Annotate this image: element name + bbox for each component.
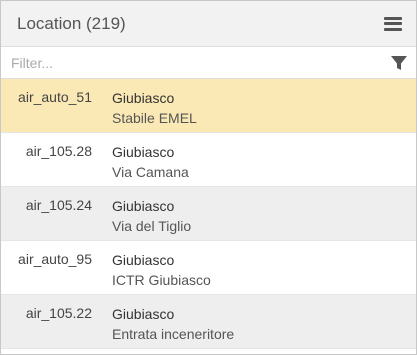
filter-input[interactable] bbox=[11, 54, 390, 71]
filter-bar bbox=[1, 47, 416, 79]
location-id: air_auto_51 bbox=[18, 89, 92, 105]
hamburger-menu-icon[interactable] bbox=[384, 16, 402, 32]
list-item[interactable]: air_105.28 Giubiasco Via Camana bbox=[1, 133, 416, 187]
location-city: Giubiasco bbox=[112, 90, 175, 106]
location-panel: Location (219) air_auto_51 Giubiasco Sta… bbox=[0, 0, 417, 355]
location-city: Giubiasco bbox=[112, 198, 175, 214]
location-list: air_auto_51 Giubiasco Stabile EMEL air_1… bbox=[1, 79, 416, 349]
panel-header: Location (219) bbox=[1, 1, 416, 47]
location-place: Stabile EMEL bbox=[112, 110, 197, 126]
location-place: Via Camana bbox=[112, 164, 189, 180]
location-id: air_105.28 bbox=[25, 143, 92, 159]
location-city: Giubiasco bbox=[112, 144, 175, 160]
location-id: air_105.22 bbox=[25, 305, 92, 321]
location-city: Giubiasco bbox=[112, 252, 175, 268]
location-place: ICTR Giubiasco bbox=[112, 272, 211, 288]
panel-title: Location (219) bbox=[17, 13, 126, 33]
list-item[interactable]: air_105.24 Giubiasco Via del Tiglio bbox=[1, 187, 416, 241]
list-item[interactable]: air_105.22 Giubiasco Entrata inceneritor… bbox=[1, 295, 416, 349]
list-item[interactable]: air_auto_95 Giubiasco ICTR Giubiasco bbox=[1, 241, 416, 295]
location-id: air_105.24 bbox=[25, 197, 92, 213]
location-place: Entrata inceneritore bbox=[112, 326, 235, 342]
list-item[interactable]: air_auto_51 Giubiasco Stabile EMEL bbox=[1, 79, 416, 133]
location-place: Via del Tiglio bbox=[112, 218, 192, 234]
funnel-filter-icon[interactable] bbox=[390, 54, 408, 72]
location-id: air_auto_95 bbox=[18, 251, 92, 267]
location-city: Giubiasco bbox=[112, 306, 175, 322]
